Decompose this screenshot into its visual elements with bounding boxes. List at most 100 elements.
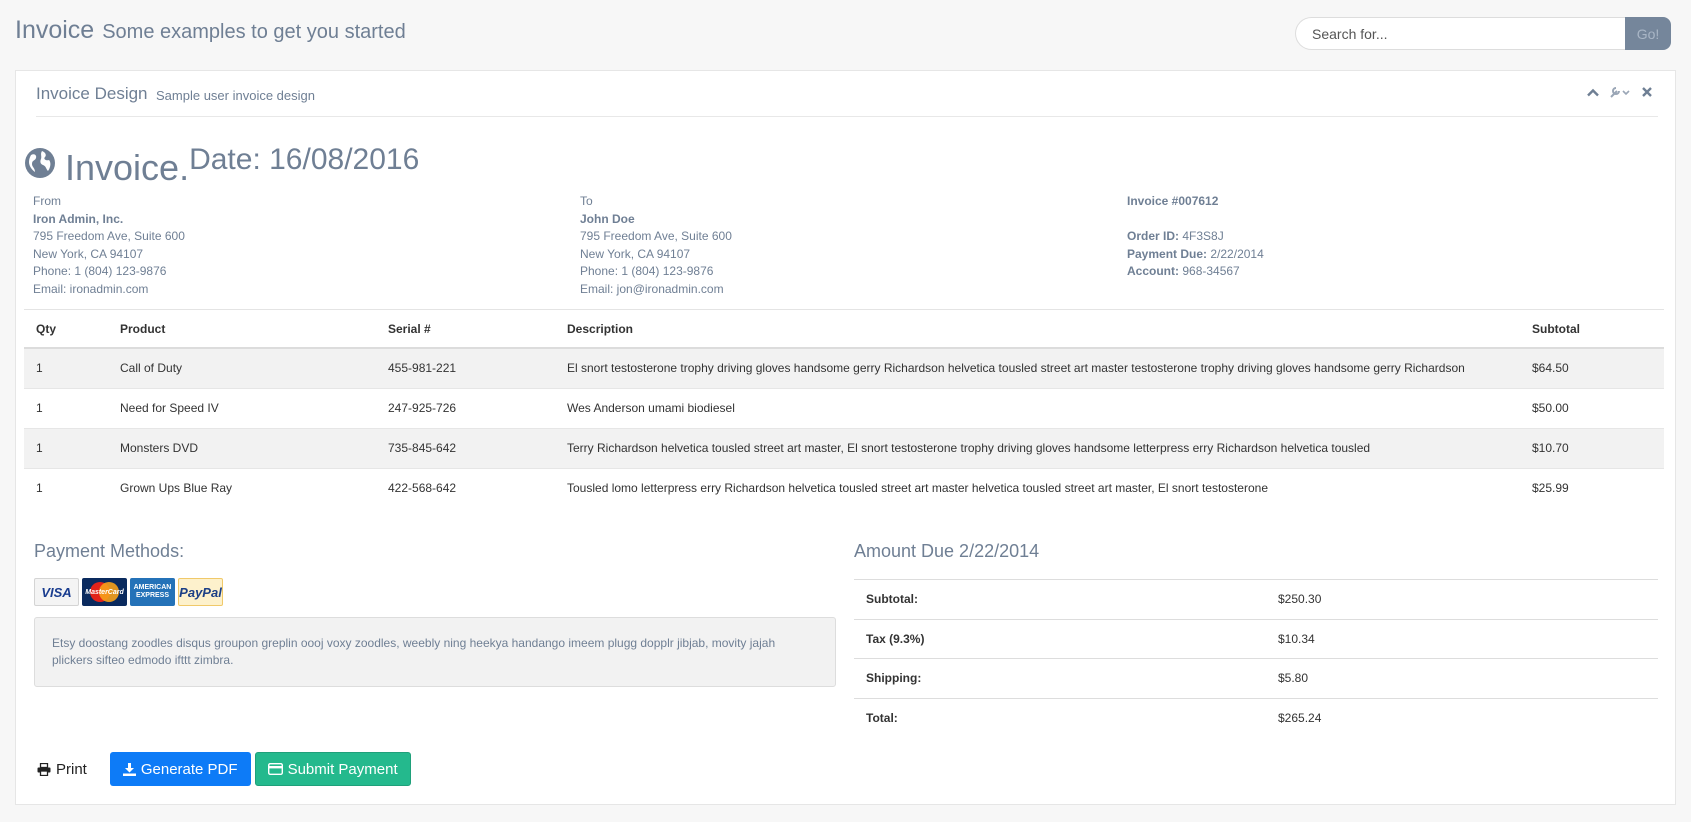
from-address: From Iron Admin, Inc. 795 Freedom Ave, S… — [33, 193, 185, 298]
from-street: 795 Freedom Ave, Suite 600 — [33, 229, 185, 243]
cell-description: Terry Richardson helvetica tousled stree… — [555, 428, 1520, 469]
to-label: To — [580, 194, 593, 208]
paypal-card-icon: PayPal — [178, 578, 223, 606]
invoice-meta: Invoice #007612 Order ID: 4F3S8J Payment… — [1127, 193, 1264, 281]
generate-pdf-button[interactable]: Generate PDF — [109, 752, 251, 786]
column-header: Qty — [24, 310, 108, 349]
from-email: Email: ironadmin.com — [33, 281, 149, 296]
from-phone: Phone: 1 (804) 123-9876 — [33, 264, 167, 278]
page-subtitle: Some examples to get you started — [102, 21, 406, 43]
cell-description: Tousled lomo letterpress erry Richardson… — [567, 481, 1268, 496]
payment-methods-title: Payment Methods: — [34, 541, 185, 561]
table-row: Shipping: $5.80 — [854, 658, 1658, 698]
cell-subtotal: $25.99 — [1532, 481, 1569, 496]
invoice-heading: Invoice. Date: 16/08/2016 — [24, 141, 419, 189]
order-id-value: 4F3S8J — [1182, 229, 1224, 243]
to-city: New York, CA 94107 — [580, 246, 691, 261]
invoice-panel: Invoice Design Sample user invoice desig… — [15, 70, 1676, 805]
invoice-heading-text: Invoice. — [65, 147, 190, 188]
search-bar: Go! — [1295, 17, 1671, 50]
generate-pdf-label: Generate PDF — [140, 760, 238, 778]
invoice-date: Date: 16/08/2016 — [189, 143, 420, 176]
column-header: Product — [108, 310, 376, 349]
from-city: New York, CA 94107 — [33, 246, 144, 261]
column-header: Description — [555, 310, 1520, 349]
cell-qty: 1 — [24, 388, 108, 429]
table-row: 1 Need for Speed IV 247-925-726 Wes Ande… — [24, 388, 1664, 429]
visa-card-icon: VISA — [34, 578, 79, 606]
cell-serial: 455-981-221 — [376, 348, 555, 389]
cell-qty: 1 — [24, 428, 108, 469]
amount-value: $10.34 — [1266, 618, 1658, 659]
amount-due-title: Amount Due 2/22/2014 — [854, 541, 1040, 561]
search-input[interactable] — [1295, 17, 1625, 50]
table-row: Tax (9.3%) $10.34 — [854, 618, 1658, 659]
from-name: Iron Admin, Inc. — [33, 211, 124, 226]
cell-description: Wes Anderson umami biodiesel — [555, 388, 1520, 429]
to-email: Email: jon@ironadmin.com — [580, 281, 724, 296]
to-phone: Phone: 1 (804) 123-9876 — [580, 264, 714, 278]
to-street: 795 Freedom Ave, Suite 600 — [580, 229, 732, 243]
close-icon[interactable] — [1640, 85, 1654, 99]
print-label: Print — [56, 760, 87, 778]
amount-label: Total: — [854, 697, 1266, 738]
table-row: 1 Grown Ups Blue Ray 422-568-642 Tousled… — [24, 468, 1664, 508]
cell-product: Call of Duty — [108, 348, 376, 389]
table-row: 1 Call of Duty 455-981-221 El snort test… — [24, 348, 1664, 389]
page-title: Invoice — [15, 16, 95, 44]
amount-value: $5.80 — [1266, 658, 1658, 698]
column-header: Subtotal — [1520, 310, 1664, 349]
cell-product: Need for Speed IV — [108, 388, 376, 429]
amount-value: $265.24 — [1266, 697, 1658, 738]
download-icon — [122, 762, 136, 776]
payment-due-value: 2/22/2014 — [1210, 246, 1264, 261]
account-label: Account: — [1127, 264, 1179, 278]
printer-icon — [37, 762, 51, 776]
order-id-label: Order ID: — [1127, 229, 1180, 243]
cell-product: Monsters DVD — [108, 428, 376, 469]
page-header: Invoice Some examples to get you started — [15, 16, 406, 52]
credit-card-icon — [267, 763, 283, 775]
amount-label: Tax (9.3%) — [854, 618, 1266, 659]
wrench-dropdown-icon[interactable] — [1609, 85, 1631, 99]
invoice-items-table: Qty Product Serial # Description Subtota… — [24, 310, 1664, 508]
column-header: Serial # — [376, 310, 555, 349]
search-button[interactable]: Go! — [1625, 17, 1671, 50]
panel-tools — [1586, 85, 1654, 99]
cell-qty: 1 — [24, 348, 108, 389]
collapse-chevron-up-icon[interactable] — [1586, 85, 1600, 99]
panel-heading: Invoice Design Sample user invoice desig… — [36, 71, 1658, 117]
cell-subtotal: $64.50 — [1520, 348, 1664, 389]
amount-label: Shipping: — [854, 658, 1266, 698]
cell-serial: 735-845-642 — [376, 428, 555, 469]
payment-due-label: Payment Due: — [1127, 246, 1208, 261]
print-button[interactable]: Print — [34, 752, 100, 786]
cell-subtotal: $10.70 — [1520, 428, 1664, 469]
mastercard-icon: MasterCard — [82, 578, 127, 606]
account-value: 968-34567 — [1182, 264, 1240, 278]
globe-icon — [25, 148, 55, 178]
cell-serial: 422-568-642 — [388, 481, 457, 496]
table-row: Subtotal: $250.30 — [854, 579, 1658, 619]
submit-payment-button[interactable]: Submit Payment — [254, 752, 411, 786]
payment-note: Etsy doostang zoodles disqus groupon gre… — [34, 617, 836, 687]
table-header-row: Qty Product Serial # Description Subtota… — [24, 310, 1664, 349]
amount-value: $250.30 — [1266, 579, 1658, 619]
submit-payment-label: Submit Payment — [287, 760, 398, 778]
amount-label: Subtotal: — [854, 579, 1266, 619]
cell-subtotal: $50.00 — [1520, 388, 1664, 429]
invoice-number: Invoice #007612 — [1127, 194, 1219, 208]
amount-table: Subtotal: $250.30 Tax (9.3%) $10.34 Ship… — [854, 579, 1658, 738]
to-address: To John Doe 795 Freedom Ave, Suite 600 N… — [580, 193, 732, 298]
table-row: Total: $265.24 — [854, 697, 1658, 738]
amex-card-icon: AMERICAN EXPRESS — [130, 578, 175, 606]
cell-product: Grown Ups Blue Ray — [120, 481, 233, 496]
panel-subtitle: Sample user invoice design — [156, 88, 315, 103]
invoice-actions: Print Generate PDF Submit Payment — [34, 752, 411, 786]
cell-description: El snort testosterone trophy driving glo… — [555, 348, 1520, 389]
panel-title: Invoice Design — [36, 84, 148, 103]
cell-qty: 1 — [36, 481, 43, 496]
cell-serial: 247-925-726 — [376, 388, 555, 429]
to-name: John Doe — [580, 211, 635, 226]
payment-cards: VISA MasterCard AMERICAN EXPRESS PayPal — [34, 578, 223, 606]
